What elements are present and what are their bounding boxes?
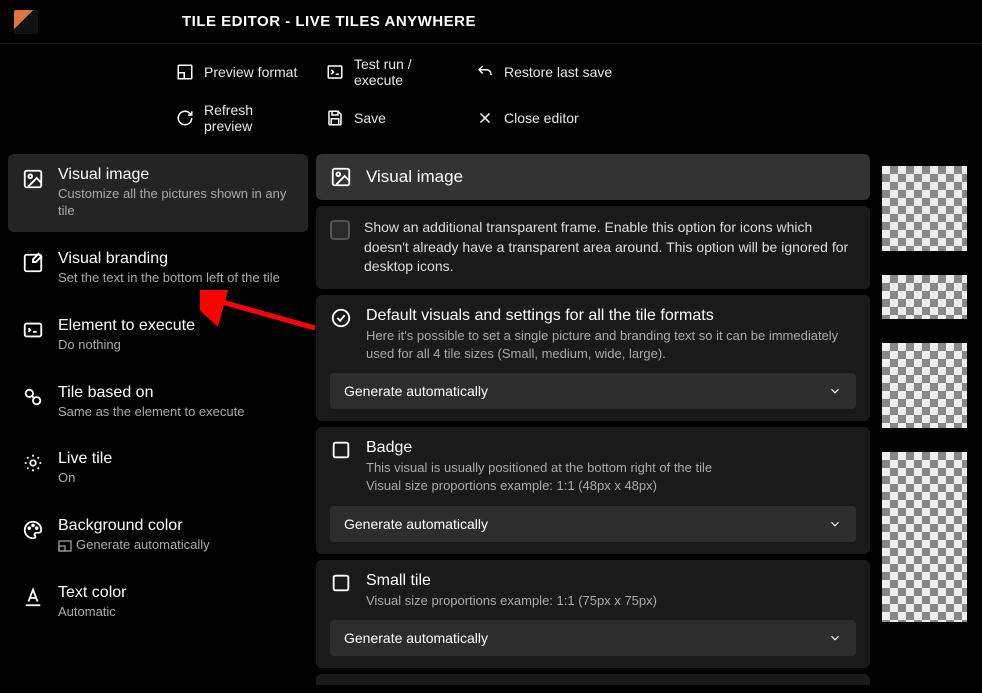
auto-icon	[58, 540, 72, 552]
badge-dropdown[interactable]: Generate automatically	[330, 506, 856, 542]
medium-tile-section: Medium tile	[316, 674, 870, 685]
refresh-button[interactable]: Refresh preview	[170, 98, 310, 138]
sidebar-item-label: Element to execute	[58, 317, 195, 335]
badge-section: Badge This visual is usually positioned …	[316, 427, 870, 553]
edit-icon	[22, 252, 44, 274]
titlebar: TILE EDITOR - LIVE TILES ANYWHERE	[0, 0, 982, 44]
preview-small	[882, 343, 967, 428]
square-icon	[330, 439, 352, 461]
test-run-button[interactable]: Test run / execute	[320, 52, 460, 92]
defaults-section: Default visuals and settings for all the…	[316, 295, 870, 421]
check-circle-icon	[330, 307, 352, 329]
terminal-icon	[22, 319, 44, 341]
small-tile-dropdown[interactable]: Generate automatically	[330, 620, 856, 656]
app-icon	[14, 10, 38, 34]
sidebar-item-background-color[interactable]: Background color Generate automatically	[8, 505, 308, 566]
sidebar-item-element-to-execute[interactable]: Element to execute Do nothing	[8, 305, 308, 366]
sidebar-item-label: Visual branding	[58, 250, 280, 268]
link-icon	[22, 386, 44, 408]
frame-option-text: Show an additional transparent frame. En…	[364, 218, 856, 277]
chevron-down-icon	[828, 517, 842, 531]
workspace: Visual image Customize all the pictures …	[0, 146, 982, 693]
chevron-down-icon	[828, 384, 842, 398]
sidebar-item-label: Visual image	[58, 166, 294, 184]
preview-medium	[882, 166, 967, 251]
save-icon	[326, 109, 344, 127]
small-tile-section: Small tile Visual size proportions examp…	[316, 560, 870, 668]
sidebar-item-visual-branding[interactable]: Visual branding Set the text in the bott…	[8, 238, 308, 299]
sidebar-item-text-color[interactable]: Text color Automatic	[8, 572, 308, 633]
close-icon	[476, 109, 494, 127]
undo-icon	[476, 63, 494, 81]
defaults-dropdown[interactable]: Generate automatically	[330, 373, 856, 409]
app-title: TILE EDITOR - LIVE TILES ANYWHERE	[182, 13, 476, 30]
image-icon	[22, 168, 44, 190]
sidebar: Visual image Customize all the pictures …	[8, 154, 308, 685]
preview-large	[882, 452, 967, 622]
preview-column	[882, 154, 974, 685]
toolbar: Preview format Test run / execute Restor…	[0, 44, 982, 146]
save-button[interactable]: Save	[320, 98, 460, 138]
square-icon	[330, 572, 352, 594]
palette-icon	[22, 519, 44, 541]
defaults-title: Default visuals and settings for all the…	[366, 307, 856, 325]
chevron-down-icon	[828, 631, 842, 645]
layout-icon	[176, 63, 194, 81]
sidebar-item-live-tile[interactable]: Live tile On	[8, 438, 308, 499]
sidebar-item-label: Tile based on	[58, 384, 244, 402]
sidebar-item-label: Background color	[58, 517, 210, 535]
restore-button[interactable]: Restore last save	[470, 52, 630, 92]
close-button[interactable]: Close editor	[470, 98, 630, 138]
sidebar-item-visual-image[interactable]: Visual image Customize all the pictures …	[8, 154, 308, 232]
image-icon	[330, 166, 352, 188]
sidebar-item-label: Live tile	[58, 450, 112, 468]
brightness-icon	[22, 452, 44, 474]
main-header: Visual image	[316, 154, 870, 200]
preview-wide	[882, 275, 967, 319]
text-color-icon	[22, 586, 44, 608]
preview-format-button[interactable]: Preview format	[170, 52, 310, 92]
frame-checkbox[interactable]	[330, 220, 350, 240]
terminal-icon	[326, 63, 344, 81]
main-panel: Visual image Show an additional transpar…	[316, 154, 874, 685]
frame-option-section: Show an additional transparent frame. En…	[316, 206, 870, 289]
sidebar-item-tile-based-on[interactable]: Tile based on Same as the element to exe…	[8, 372, 308, 433]
sidebar-item-label: Text color	[58, 584, 126, 602]
refresh-icon	[176, 109, 194, 127]
small-tile-title: Small tile	[366, 572, 657, 590]
badge-title: Badge	[366, 439, 712, 457]
